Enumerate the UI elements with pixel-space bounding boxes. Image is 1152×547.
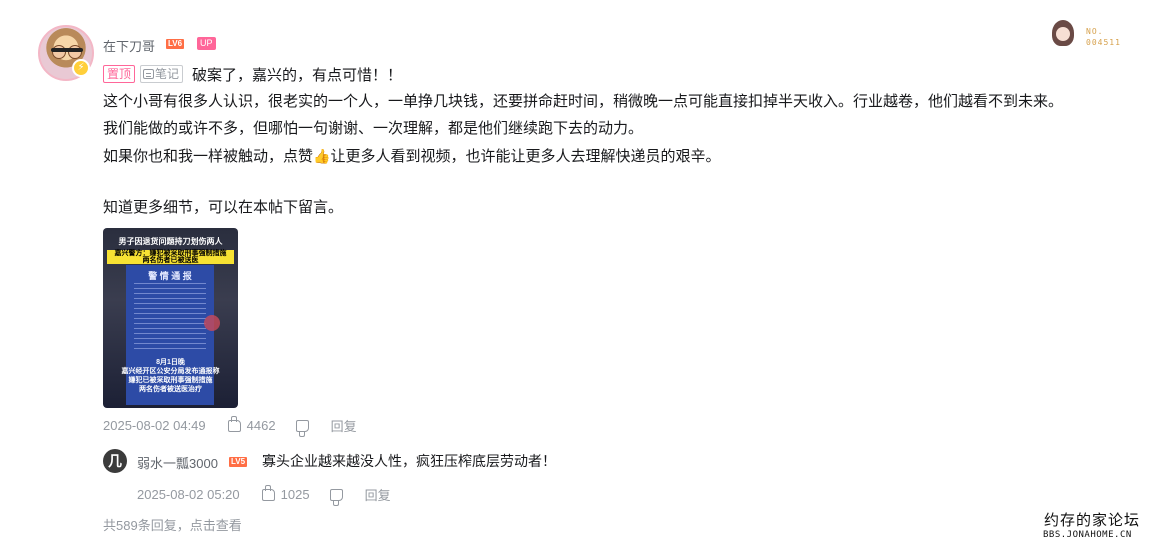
note-tag-label: 笔记 (155, 67, 180, 81)
comment-line-4: 知道更多细节，可以在本帖下留言。 (103, 199, 344, 216)
comment-username[interactable]: 在下刀哥 (103, 36, 155, 55)
decoration-face (1056, 27, 1070, 41)
post-image[interactable]: 男子因退货问题持刀划伤两人 嘉兴警方：嫌犯被采取刑事强制措施 两名伤者已被送医 … (103, 228, 238, 408)
note-icon (143, 69, 154, 79)
level-badge: LV6 (166, 39, 185, 49)
sub-reply-username[interactable]: 弱水一瓢3000 (137, 453, 218, 472)
fan-decoration-icon[interactable] (1046, 18, 1080, 52)
reply-button[interactable]: 回复 (331, 416, 357, 435)
decoration-number-line2: 004511 (1086, 38, 1121, 47)
comment-title: 破案了，嘉兴的，有点可惜！！ (192, 67, 403, 84)
sub-reply-like-count: 1025 (280, 487, 310, 502)
comment-like-count: 4462 (246, 418, 276, 433)
vip-lightning-icon: ⚡ (72, 59, 90, 77)
decoration-number: NO. 004511 (1086, 26, 1121, 48)
comment-time: 2025-08-02 04:49 (103, 418, 206, 433)
thumbs-up-icon: 👍 (313, 148, 331, 164)
comment-line-2: 我们能做的或许不多，但哪怕一句谢谢、一次理解，都是他们继续跑下去的动力。 (103, 120, 644, 137)
notice-title: 警 情 通 报 (148, 271, 192, 281)
image-caption-line1: 8月1日晚 (156, 359, 185, 366)
view-more-replies-link[interactable]: 共589条回复，点击查看 (103, 515, 242, 534)
dislike-icon[interactable] (295, 419, 309, 437)
comment-line-1: 这个小哥有很多人认识，很老实的一个人，一单挣几块钱，还要拼命赶时间，稍微晚一点可… (103, 93, 1064, 110)
note-tag[interactable]: 笔记 (140, 65, 184, 83)
sub-reply-reply-button[interactable]: 回复 (365, 485, 391, 504)
sub-reply-avatar[interactable]: 几 (103, 449, 127, 473)
user-avatar[interactable]: ⚡ (38, 25, 98, 85)
notice-text-lines (134, 283, 206, 353)
image-caption: 8月1日晚 嘉兴经开区公安分局发布通报称 嫌犯已被采取刑事强制措施 两名伤者被送… (107, 358, 234, 394)
sub-reply-level-badge: LV5 (229, 457, 248, 467)
sub-reply-text: 寡头企业越来越没人性，疯狂压榨底层劳动者！ (262, 453, 556, 469)
decoration-number-line1: NO. (1086, 27, 1104, 36)
watermark-url: BBS.JONAHOME.CN (1043, 530, 1132, 540)
sub-reply-time: 2025-08-02 05:20 (137, 487, 240, 502)
image-yellow-line1: 嘉兴警方：嫌犯被采取刑事强制措施 (114, 250, 227, 257)
avatar-glasses (51, 48, 83, 52)
image-caption-line4: 两名伤者被送医治疗 (139, 386, 202, 393)
dislike-icon[interactable] (329, 488, 343, 506)
notice-stamp (204, 315, 220, 331)
sub-reply-meta: 2025-08-02 05:20 1025 回复 (137, 484, 391, 506)
image-caption-line3: 嫌犯已被采取刑事强制措施 (128, 377, 213, 384)
image-caption-line2: 嘉兴经开区公安分局发布通报称 (121, 368, 220, 375)
image-yellow-line2: 两名伤者已被送医 (142, 257, 199, 264)
pinned-tag: 置顶 (103, 65, 136, 83)
comment-line-3: 如果你也和我一样被触动，点赞👍让更多人看到视频，也许能让更多人去理解快递员的艰辛… (103, 146, 720, 167)
image-headline: 男子因退货问题持刀划伤两人 (118, 237, 223, 246)
up-badge: UP (197, 37, 216, 50)
line3-before: 如果你也和我一样被触动，点赞 (103, 148, 314, 165)
watermark-title: 约存的家论坛 (1044, 511, 1141, 529)
comment-meta: 2025-08-02 04:49 4462 回复 (103, 415, 357, 437)
like-icon[interactable] (227, 415, 241, 432)
like-icon[interactable] (261, 484, 275, 501)
image-yellow-banner: 嘉兴警方：嫌犯被采取刑事强制措施 两名伤者已被送医 (107, 250, 234, 264)
line3-after: 让更多人看到视频，也许能让更多人去理解快递员的艰辛。 (330, 148, 721, 165)
